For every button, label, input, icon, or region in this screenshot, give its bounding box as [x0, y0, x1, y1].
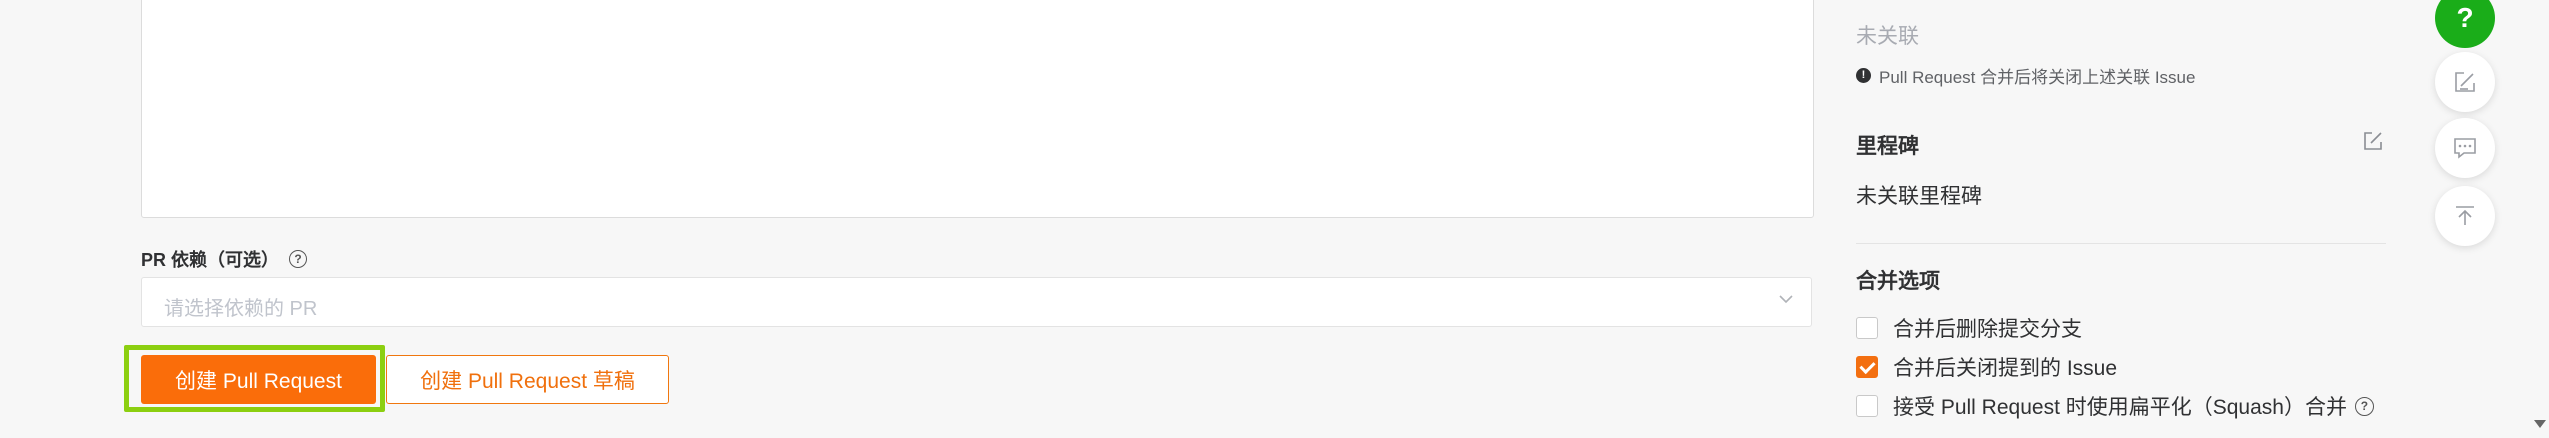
- milestone-title: 里程碑: [1856, 135, 1919, 158]
- merge-option-label: 接受 Pull Request 时使用扁平化（Squash）合并: [1893, 396, 2347, 419]
- merge-option-delete-branch[interactable]: 合并后删除提交分支: [1856, 313, 2082, 343]
- checkbox[interactable]: [1856, 317, 1878, 339]
- pr-dependency-label: PR 依赖（可选） ?: [141, 246, 308, 272]
- merge-option-close-issues[interactable]: 合并后关闭提到的 Issue: [1856, 352, 2117, 382]
- issue-close-note: ! Pull Request 合并后将关闭上述关联 Issue: [1856, 63, 2195, 88]
- issue-status: 未关联: [1856, 25, 1919, 48]
- chat-fab[interactable]: [2435, 118, 2495, 178]
- merge-option-label: 合并后关闭提到的 Issue: [1893, 357, 2118, 380]
- chevron-down-icon: [1779, 295, 1793, 304]
- back-to-top-fab[interactable]: [2435, 186, 2495, 246]
- create-pull-request-button[interactable]: 创建 Pull Request: [141, 355, 376, 404]
- checkbox[interactable]: [1856, 395, 1878, 417]
- info-icon: !: [1856, 68, 1871, 83]
- help-fab[interactable]: ?: [2435, 0, 2495, 48]
- create-pull-request-draft-button[interactable]: 创建 Pull Request 草稿: [386, 355, 669, 404]
- description-textarea[interactable]: [141, 0, 1814, 218]
- milestone-value: 未关联里程碑: [1856, 185, 1982, 208]
- edit-icon[interactable]: [2362, 130, 2384, 152]
- help-icon[interactable]: ?: [2354, 396, 2374, 416]
- merge-options-title: 合并选项: [1856, 270, 1940, 293]
- scrollbar-down-arrow[interactable]: [2534, 420, 2546, 428]
- checkbox-checked[interactable]: [1856, 356, 1878, 378]
- pr-dependency-label-text: PR 依赖（可选）: [141, 250, 280, 270]
- edit-note-icon: [2455, 72, 2475, 92]
- help-fab-label: ?: [2456, 2, 2474, 33]
- divider: [1856, 243, 2386, 244]
- pr-dependency-select[interactable]: 请选择依赖的 PR: [141, 277, 1812, 327]
- issue-close-note-text: Pull Request 合并后将关闭上述关联 Issue: [1879, 68, 2196, 87]
- merge-option-label: 合并后删除提交分支: [1893, 318, 2082, 341]
- help-icon[interactable]: ?: [289, 250, 308, 268]
- back-to-top-icon: [2456, 206, 2474, 225]
- merge-option-squash[interactable]: 接受 Pull Request 时使用扁平化（Squash）合并 ?: [1856, 391, 2374, 421]
- pr-dependency-placeholder: 请选择依赖的 PR: [164, 298, 318, 320]
- chat-icon: [2454, 138, 2476, 159]
- feedback-fab[interactable]: [2435, 52, 2495, 112]
